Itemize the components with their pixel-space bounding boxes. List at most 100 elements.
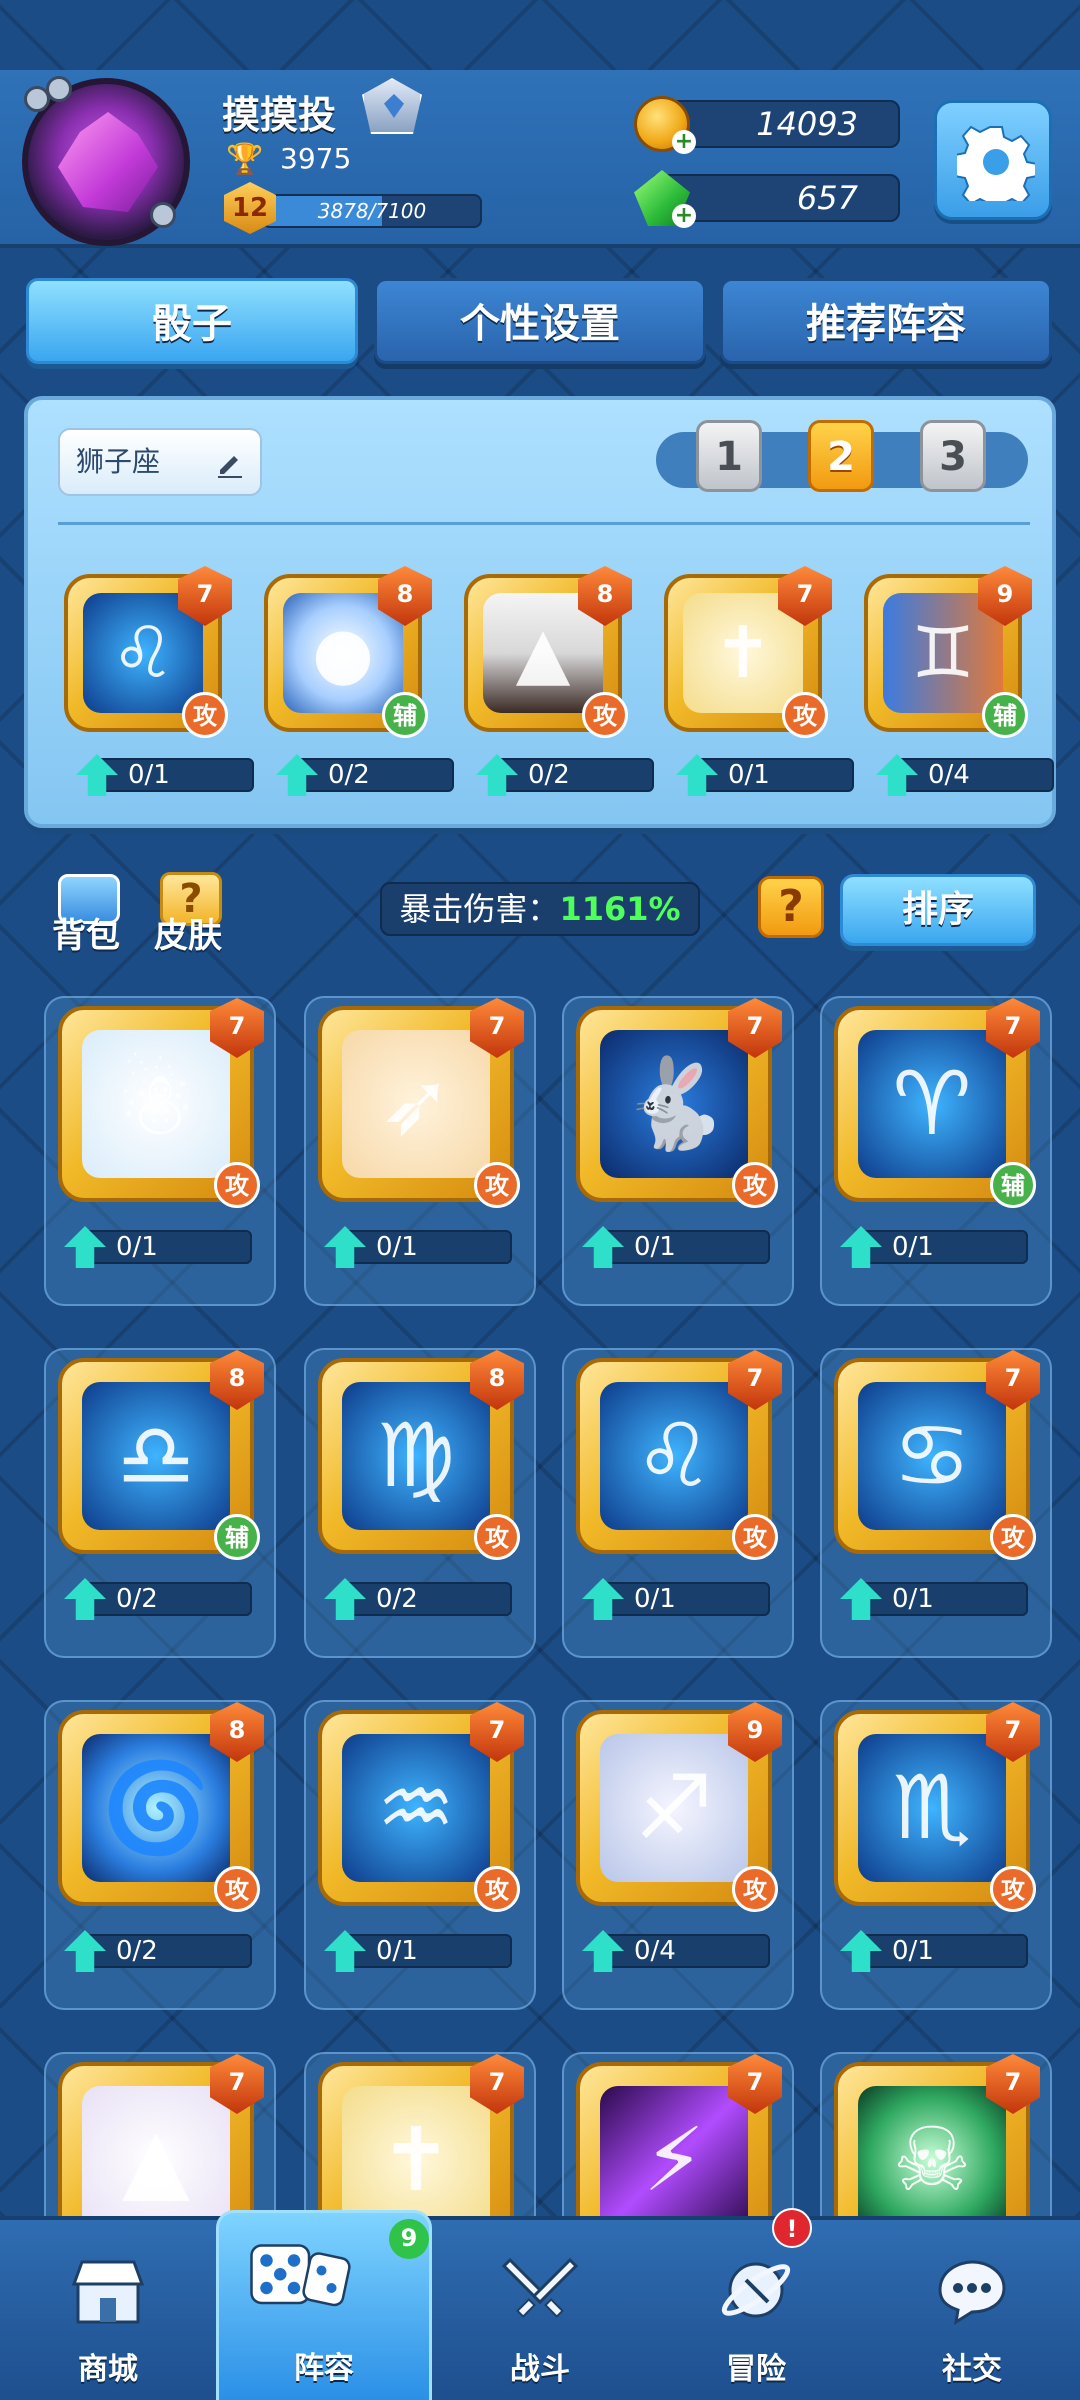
dice-type-badge: 攻 <box>990 1514 1036 1560</box>
plus-icon[interactable]: + <box>672 204 696 228</box>
archer-bow-icon: ➶ <box>342 1030 490 1178</box>
aquarius-icon: ♒ <box>342 1734 490 1882</box>
progress-text: 0/1 <box>376 1232 418 1262</box>
rabbit-icon: 🐇 <box>600 1030 748 1178</box>
progress-text: 0/2 <box>116 1584 158 1614</box>
plus-icon[interactable]: + <box>672 130 696 154</box>
tab-dice[interactable]: 骰子 <box>26 278 358 364</box>
dice-type-badge: 攻 <box>782 692 828 738</box>
progress-text: 0/4 <box>634 1936 676 1966</box>
dice-card[interactable]: ♌ 7 攻 <box>64 566 232 738</box>
dice-type-badge: 攻 <box>474 1162 520 1208</box>
gem-amount: 657 <box>796 179 858 217</box>
dice-card[interactable]: ✝ 7 攻 <box>664 566 832 738</box>
crystal-icon <box>58 112 158 212</box>
deck-slot-3[interactable]: 3 <box>920 420 986 492</box>
dice-card[interactable]: ♍ 8 攻 <box>318 1350 524 1560</box>
progress-text: 0/2 <box>116 1936 158 1966</box>
upgrade-progress: 0/4 <box>582 1930 770 1972</box>
dice-type-badge: 攻 <box>214 1866 260 1912</box>
nav-adventure[interactable]: ! 冒险 <box>648 2208 864 2400</box>
dice-card[interactable]: ♈ 7 辅 <box>834 998 1040 1208</box>
deck-name-field[interactable]: 狮子座 <box>58 428 262 496</box>
nav-shop[interactable]: 商城 <box>0 2220 216 2400</box>
progress-text: 0/2 <box>376 1584 418 1614</box>
gear-icon <box>957 125 1035 201</box>
upgrade-progress: 0/2 <box>64 1578 252 1620</box>
rank-badge-icon[interactable] <box>362 78 422 134</box>
sagittarius-icon: ♐ <box>600 1734 748 1882</box>
upgrade-progress: 0/1 <box>64 1226 252 1268</box>
upgrade-progress: 0/2 <box>324 1578 512 1620</box>
xp-text: 3878/7100 <box>317 199 427 223</box>
upgrade-progress: 0/1 <box>324 1226 512 1268</box>
dice-icon <box>250 2244 351 2307</box>
progress-text: 0/1 <box>116 1232 158 1262</box>
dice-card[interactable]: ☃ 7 攻 <box>58 998 264 1208</box>
deck-slot-2[interactable]: 2 <box>808 420 874 492</box>
dice-card[interactable]: ♒ 7 攻 <box>318 1702 524 1912</box>
tab-customize[interactable]: 个性设置 <box>374 278 706 364</box>
upgrade-progress: 0/1 <box>840 1930 1028 1972</box>
bag-label[interactable]: 背包 <box>52 908 120 957</box>
settings-button[interactable] <box>934 100 1052 220</box>
shop-icon <box>71 2260 145 2324</box>
dice-card[interactable]: ▲ 8 攻 <box>464 566 632 738</box>
deck-slot-1[interactable]: 1 <box>696 420 762 492</box>
crit-label: 暴击伤害： <box>399 890 560 928</box>
nav-label: 战斗 <box>510 2352 570 2387</box>
crossed-swords-icon <box>501 2257 579 2318</box>
upgrade-progress: 0/2 <box>276 754 454 796</box>
dice-card[interactable]: 🌀 8 攻 <box>58 1702 264 1912</box>
progress-text: 0/1 <box>128 760 170 790</box>
dice-card[interactable]: ♏ 7 攻 <box>834 1702 1040 1912</box>
nav-label: 商城 <box>78 2352 138 2387</box>
nav-label: 社交 <box>942 2352 1002 2387</box>
dice-type-badge: 辅 <box>990 1162 1036 1208</box>
dice-card[interactable]: ♌ 7 攻 <box>576 1350 782 1560</box>
planet-icon <box>721 2262 791 2318</box>
upgrade-arrow-icon <box>676 754 718 796</box>
upgrade-progress: 0/1 <box>324 1930 512 1972</box>
nav-battle[interactable]: 战斗 <box>432 2220 648 2400</box>
dice-type-badge: 攻 <box>474 1514 520 1560</box>
cancer-icon: ♋ <box>858 1382 1006 1530</box>
coin-counter[interactable]: + 14093 <box>634 96 900 154</box>
dice-card[interactable]: ♋ 7 攻 <box>834 1350 1040 1560</box>
pencil-icon[interactable] <box>214 448 246 480</box>
nav-lineup[interactable]: 9 阵容 <box>216 2210 432 2400</box>
progress-text: 0/1 <box>728 760 770 790</box>
dice-type-badge: 攻 <box>582 692 628 738</box>
sort-button[interactable]: 排序 <box>840 874 1036 946</box>
player-header: 摸摸投 🏆 3975 3878/7100 12 + 14093 + 657 <box>0 70 1080 248</box>
dice-card[interactable]: ➶ 7 攻 <box>318 998 524 1208</box>
tab-recommended-deck[interactable]: 推荐阵容 <box>720 278 1052 364</box>
nav-social[interactable]: 社交 <box>864 2220 1080 2400</box>
snowman-icon: ☃ <box>82 1030 230 1178</box>
progress-text: 0/1 <box>892 1232 934 1262</box>
crit-damage-display: 暴击伤害：1161% <box>380 882 700 936</box>
upgrade-progress: 0/1 <box>76 754 254 796</box>
avatar[interactable] <box>22 76 190 246</box>
dice-card[interactable]: ♐ 9 攻 <box>576 1702 782 1912</box>
witch-hat-icon: ▲ <box>82 2086 230 2234</box>
libra-icon: ♎ <box>82 1382 230 1530</box>
crit-value: 1161% <box>559 890 681 928</box>
dice-card[interactable]: ♊ 9 辅 <box>864 566 1032 738</box>
help-button[interactable]: ? <box>758 876 824 938</box>
dice-card[interactable]: 🐇 7 攻 <box>576 998 782 1208</box>
player-name: 摸摸投 <box>222 93 337 137</box>
dice-type-badge: 攻 <box>732 1514 778 1560</box>
chat-icon <box>938 2260 1006 2326</box>
nav-label: 阵容 <box>294 2351 354 2386</box>
gem-counter[interactable]: + 657 <box>634 170 900 228</box>
upgrade-progress: 0/1 <box>840 1226 1028 1268</box>
upgrade-arrow-icon <box>476 754 518 796</box>
skin-label[interactable]: 皮肤 <box>154 908 222 957</box>
green-ghost-icon: ☠ <box>858 2086 1006 2234</box>
dice-card[interactable]: ● 8 辅 <box>264 566 432 738</box>
dice-card[interactable]: ♎ 8 辅 <box>58 1350 264 1560</box>
deck-slot-selector: 1 2 3 <box>656 420 1028 492</box>
dice-type-badge: 攻 <box>732 1866 778 1912</box>
upgrade-progress: 0/2 <box>64 1930 252 1972</box>
